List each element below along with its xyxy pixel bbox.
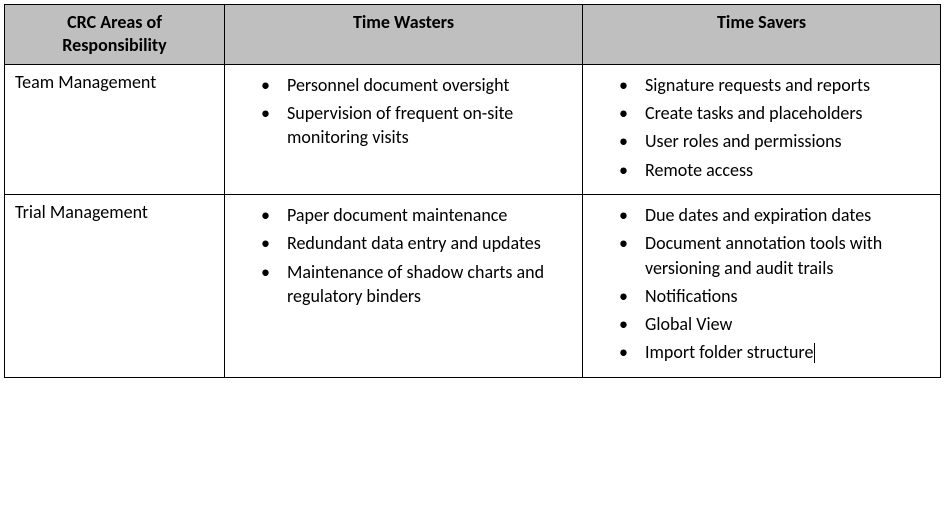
header-row: CRC Areas of Responsibility Time Wasters…	[5, 5, 941, 65]
savers-cell: Signature requests and reports Create ta…	[583, 64, 941, 194]
list-item: Create tasks and placeholders	[645, 99, 924, 127]
wasters-cell: Paper document maintenance Redundant dat…	[225, 194, 583, 377]
list-item: Notifications	[645, 282, 924, 310]
header-wasters: Time Wasters	[225, 5, 583, 65]
list-item: Redundant data entry and updates	[287, 229, 566, 257]
list-item: Signature requests and reports	[645, 71, 924, 99]
wasters-cell: Personnel document oversight Supervision…	[225, 64, 583, 194]
area-cell: Trial Management	[5, 194, 225, 377]
list-item: Personnel document oversight	[287, 71, 566, 99]
header-areas-line1: CRC Areas of	[13, 11, 216, 34]
list-item: Import folder structure	[645, 338, 924, 366]
table-row: Trial Management Paper document maintena…	[5, 194, 941, 377]
savers-list: Due dates and expiration dates Document …	[583, 201, 940, 367]
savers-list: Signature requests and reports Create ta…	[583, 71, 940, 184]
list-item-text: Import folder structure	[645, 341, 813, 363]
text-cursor	[814, 343, 815, 363]
wasters-list: Paper document maintenance Redundant dat…	[225, 201, 582, 310]
savers-cell: Due dates and expiration dates Document …	[583, 194, 941, 377]
list-item: User roles and permissions	[645, 127, 924, 155]
header-areas-line2: Responsibility	[13, 34, 216, 57]
list-item: Global View	[645, 310, 924, 338]
crc-table: CRC Areas of Responsibility Time Wasters…	[4, 4, 941, 378]
list-item: Maintenance of shadow charts and regulat…	[287, 258, 566, 311]
list-item: Document annotation tools with versionin…	[645, 229, 924, 282]
list-item: Paper document maintenance	[287, 201, 566, 229]
wasters-list: Personnel document oversight Supervision…	[225, 71, 582, 152]
list-item: Remote access	[645, 156, 924, 184]
header-savers: Time Savers	[583, 5, 941, 65]
area-cell: Team Management	[5, 64, 225, 194]
header-areas: CRC Areas of Responsibility	[5, 5, 225, 65]
list-item: Supervision of frequent on-site monitori…	[287, 99, 566, 152]
table-row: Team Management Personnel document overs…	[5, 64, 941, 194]
list-item: Due dates and expiration dates	[645, 201, 924, 229]
